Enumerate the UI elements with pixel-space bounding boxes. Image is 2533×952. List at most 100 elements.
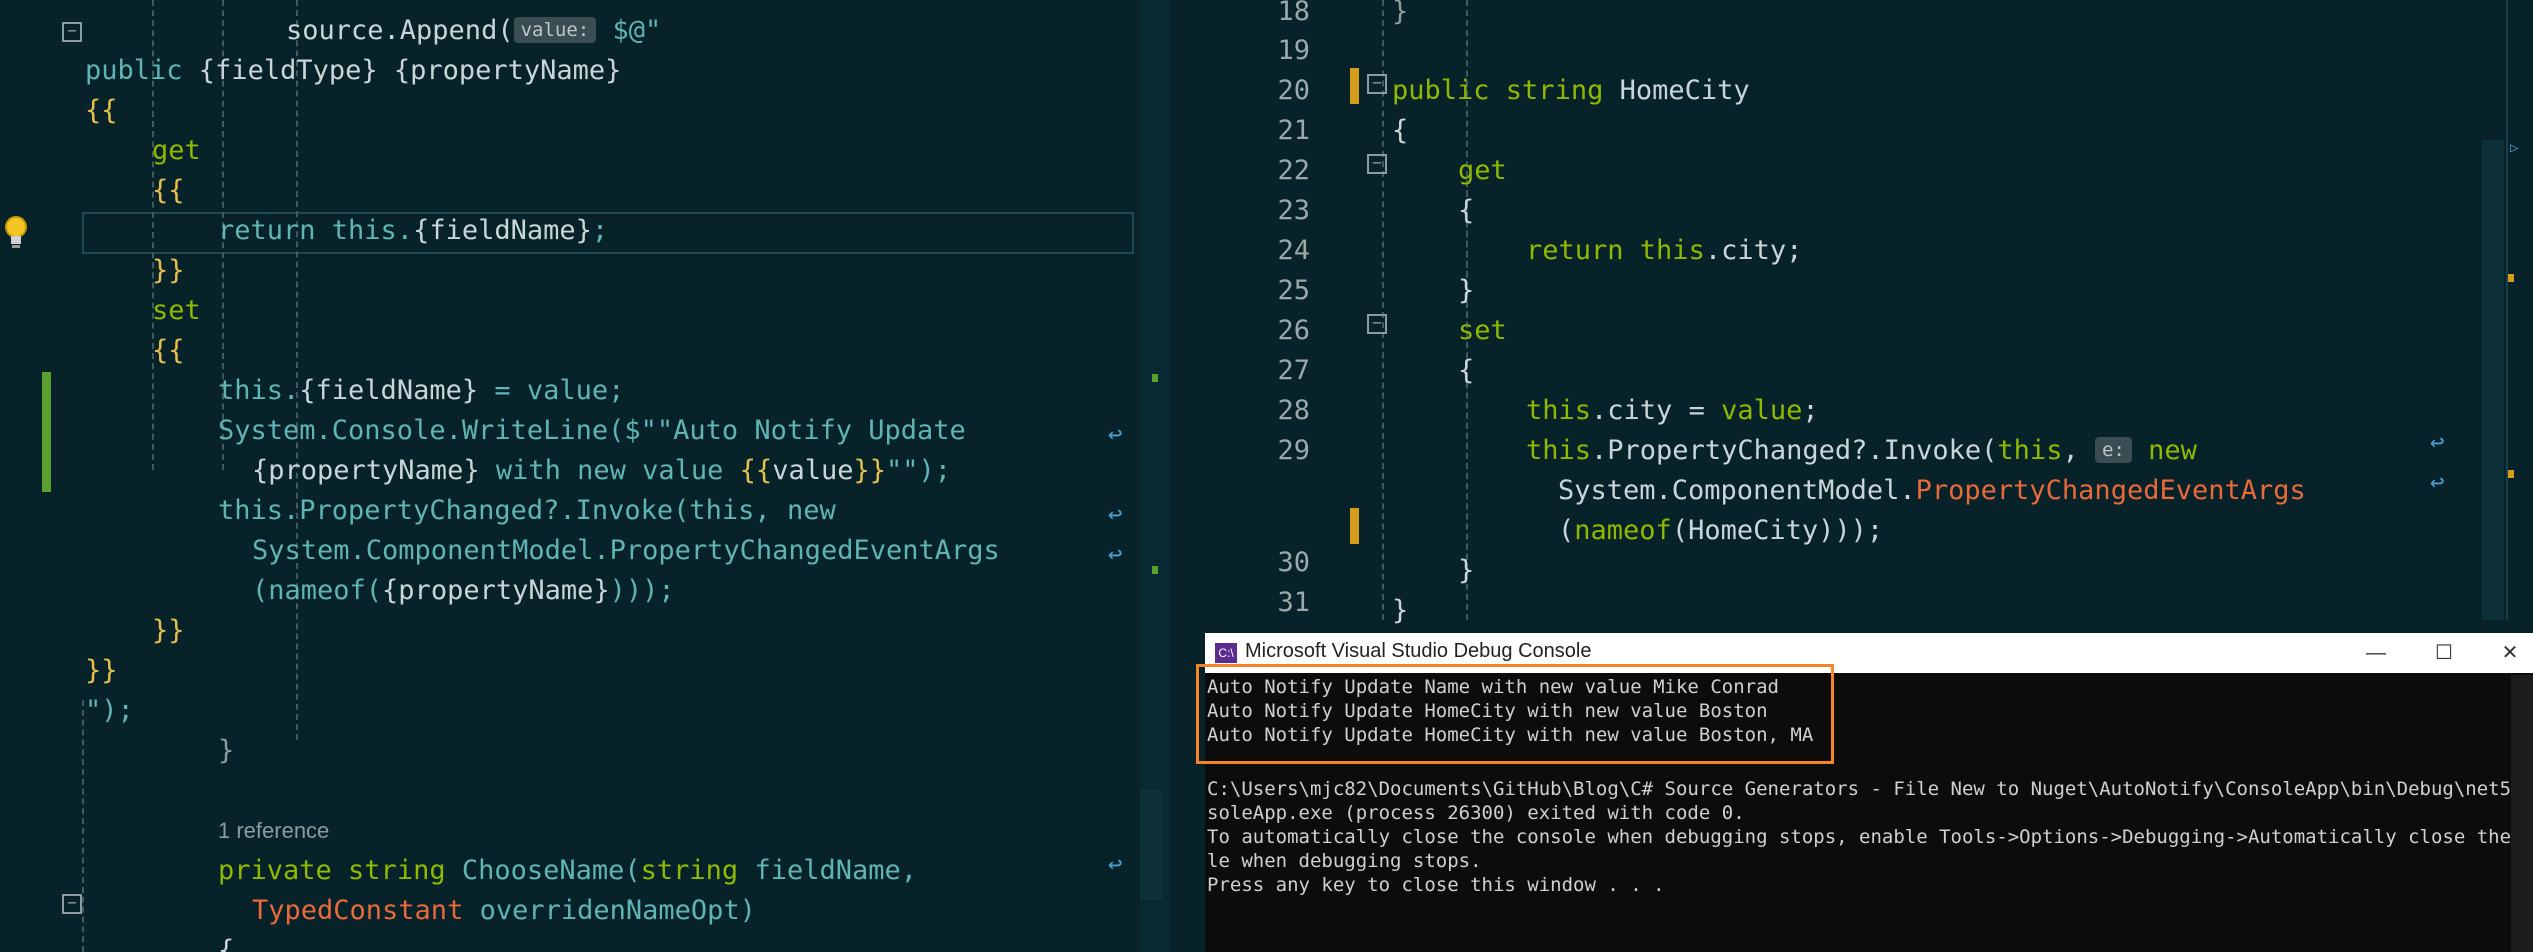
code-token: ; [1802,395,1819,426]
code-token: {propertyName} [252,455,480,486]
code-token: string [1505,75,1620,106]
code-token: ; [591,215,609,246]
maximize-button[interactable]: ☐ [2421,635,2467,671]
word-wrap-icon: ↩ [2430,428,2445,456]
code-token: string [348,855,462,886]
inline-parameter-hint: e: [2094,437,2132,463]
inline-parameter-hint: value: [513,17,597,43]
console-scrollbar[interactable] [2511,675,2533,952]
code-token: this [1526,435,1592,466]
line-number: 21 [1277,115,1310,146]
code-token: .city = [1591,395,1722,426]
code-line[interactable]: this.PropertyChanged?.Invoke(this, new [218,491,836,531]
code-line[interactable]: {{ [152,171,185,211]
line-number: 26 [1277,315,1310,346]
code-line[interactable]: set [152,291,201,331]
code-token: "); [85,695,134,726]
code-line[interactable]: this.city = value; [1526,391,1819,431]
code-token: with new value [479,455,740,486]
code-line[interactable]: {{ [152,331,185,371]
code-line[interactable]: {propertyName} with new value {{value}}"… [252,451,951,491]
vertical-scrollbar[interactable] [2482,140,2504,620]
code-line[interactable]: 1 reference [218,811,329,851]
collapse-icon[interactable]: − [62,894,82,914]
code-token: PropertyChangedEventArgs [1915,475,2306,506]
code-token: {{ [739,455,773,486]
code-token: this [1526,395,1592,426]
code-line[interactable]: get [1458,151,1507,191]
code-token: this. [218,375,300,406]
collapse-icon[interactable]: − [1367,154,1387,174]
code-line[interactable]: this.{fieldName} = value; [218,371,624,411]
code-token: .city; [1704,235,1803,266]
line-number: 28 [1277,395,1310,426]
code-line[interactable]: { [1392,111,1408,151]
code-line[interactable]: } [1458,551,1474,591]
code-token: public [85,55,199,86]
line-number [1220,471,1310,511]
code-token: } [1392,0,1409,27]
code-token: return this. [218,215,414,246]
code-line[interactable]: }} [152,611,185,651]
expand-arrow-icon[interactable]: ▷ [2510,140,2518,156]
code-line[interactable]: (nameof({propertyName}))); [252,571,675,611]
code-token: {fieldType} {propertyName} [198,55,622,86]
close-button[interactable]: ✕ [2487,635,2533,671]
editor-splitter[interactable] [1140,0,1170,952]
code-token: $@" [596,15,662,46]
code-line[interactable]: public string HomeCity [1392,71,1750,111]
code-token: {{ [152,335,185,366]
code-token: { [1458,355,1475,386]
code-line[interactable]: TypedConstant overridenNameOpt) [252,891,756,931]
left-code-editor[interactable]: − − source.Append(value: $@" public {fiel… [0,0,1140,952]
code-line[interactable]: source.Append(value: $@" [286,11,661,51]
code-token: .PropertyChanged?.Invoke( [1591,435,1998,466]
word-wrap-icon: ↩ [1108,540,1123,568]
code-line[interactable]: this.PropertyChanged?.Invoke(this, e: ne… [1526,431,2197,471]
line-number: 27 [1277,355,1310,386]
line-number: 19 [1277,35,1310,66]
code-line[interactable]: { [1458,191,1474,231]
line-number: 31 [1277,587,1310,618]
code-line[interactable]: public {fieldType} {propertyName} [85,51,621,91]
code-line[interactable]: get [152,131,201,171]
code-line[interactable]: { [1458,351,1474,391]
code-line[interactable]: System.Console.WriteLine($""Auto Notify … [218,411,966,451]
code-line[interactable]: { [218,931,234,952]
code-line[interactable]: System.ComponentModel.PropertyChangedEve… [1558,471,2306,511]
code-line[interactable]: }} [85,651,118,691]
code-line[interactable]: "); [85,691,134,731]
code-token: ChooseName( [461,855,641,886]
code-line[interactable]: }} [152,251,185,291]
line-number: 25 [1277,275,1310,306]
code-line[interactable]: set [1458,311,1507,351]
code-line[interactable]: (nameof(HomeCity))); [1558,511,1883,551]
minimize-button[interactable]: — [2353,635,2399,671]
code-token: (nameof( [252,575,383,606]
console-output-line: To automatically close the console when … [1207,826,2533,848]
code-line[interactable]: } [218,731,234,771]
line-number: 20 [1277,75,1310,106]
code-token: {fieldName} [413,215,592,246]
code-line[interactable]: } [1392,0,1408,32]
code-token: }} [152,255,185,286]
code-line[interactable]: } [1392,591,1408,631]
scroll-marker [1152,566,1158,574]
scrollbar-thumb[interactable] [1140,790,1162,900]
lightbulb-icon[interactable] [2,214,30,250]
code-token: }} [152,615,185,646]
code-line[interactable]: System.ComponentModel.PropertyChangedEve… [252,531,1000,571]
code-line[interactable]: {{ [85,91,118,131]
change-marker [42,372,51,492]
code-token: this [1639,235,1705,266]
code-line[interactable]: } [1458,271,1474,311]
collapse-icon[interactable]: − [1367,74,1387,94]
code-token: return [1526,235,1640,266]
code-line[interactable]: return this.{fieldName}; [218,211,608,251]
collapse-icon[interactable]: − [62,22,82,42]
code-line[interactable]: private string ChooseName(string fieldNa… [218,851,917,891]
collapse-icon[interactable]: − [1367,314,1387,334]
code-line[interactable]: return this.city; [1526,231,1802,271]
code-token: get [152,135,201,166]
code-token: get [1458,155,1507,186]
